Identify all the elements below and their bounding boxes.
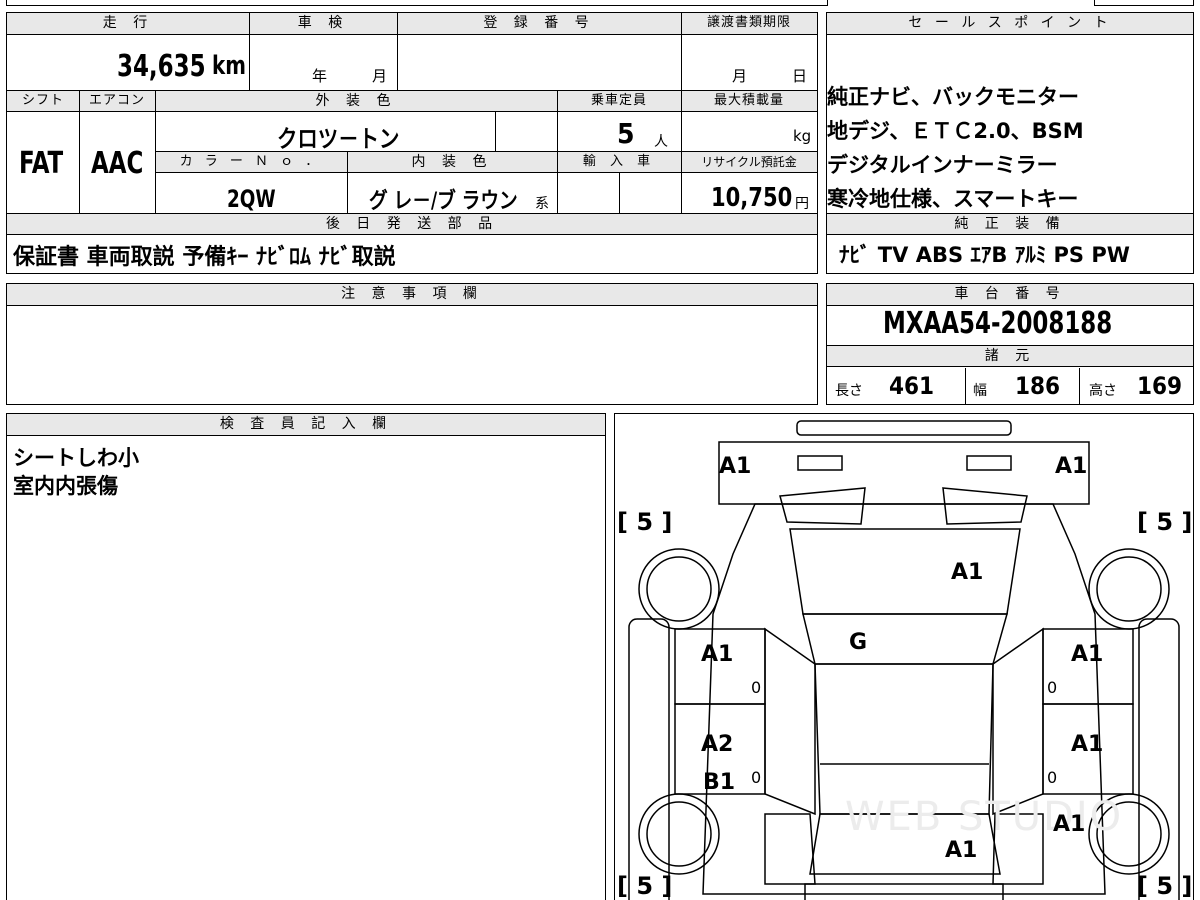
- length-label: 長さ: [835, 383, 863, 399]
- divider: [79, 90, 80, 213]
- inspection-header: 車 検: [249, 13, 397, 35]
- exterior-color-value: クロツ－トン: [277, 125, 400, 153]
- exterior-color-header: 外 装 色: [155, 90, 557, 112]
- shift-value: FAT: [19, 146, 64, 181]
- height-label: 高さ: [1089, 383, 1117, 399]
- tire-front-right-rating: [ 5 ]: [1137, 508, 1193, 536]
- genuine-equipment-header: 純 正 装 備: [827, 213, 1193, 235]
- genuine-equipment-items: ﾅﾋﾞ TV ABS ｴｱB ｱﾙﾐ PS PW: [839, 243, 1130, 267]
- mileage-value: 34,635: [117, 49, 206, 84]
- mileage-unit: km: [212, 51, 246, 81]
- divider: [965, 368, 966, 404]
- interior-color-header: 内 装 色: [347, 151, 557, 173]
- width-value: 186: [1015, 372, 1061, 400]
- transfer-deadline-header: 譲渡書類期限: [681, 13, 817, 35]
- import-header: 輸 入 車: [557, 151, 681, 173]
- divider: [495, 112, 496, 151]
- length-value: 461: [889, 372, 935, 400]
- hood-mark: A1: [951, 560, 984, 585]
- sales-point-line: デジタルインナーミラー: [827, 153, 1058, 177]
- recycle-value: 10,750: [711, 183, 793, 213]
- transfer-day-label: 日: [792, 67, 808, 85]
- door-mark: 0: [1047, 768, 1058, 787]
- specs-header: 諸 元: [827, 345, 1193, 367]
- inspector-box: 検 査 員 記 入 欄 シートしわ小 室内内張傷: [6, 413, 606, 900]
- capacity-header: 乗車定員: [557, 90, 681, 112]
- windshield-mark: G: [849, 630, 868, 655]
- max-load-header: 最大積載量: [681, 90, 817, 112]
- inspector-line: シートしわ小: [13, 446, 139, 470]
- top-strip-right: [1094, 0, 1194, 6]
- door-mark: 0: [751, 678, 762, 697]
- interior-color-suffix: 系: [535, 196, 549, 212]
- transfer-month-label: 月: [732, 67, 748, 85]
- sales-point-header: セ ー ル ス ポ イ ン ト: [827, 13, 1193, 35]
- shift-header: シフト: [7, 90, 79, 112]
- front-right-corner-mark: A1: [1055, 454, 1088, 479]
- divider: [397, 13, 398, 90]
- roof-rear-mark: A1: [945, 838, 978, 863]
- rear-left-door-mark: A2: [701, 732, 734, 757]
- vehicle-info-table: 走 行 車 検 登 録 番 号 譲渡書類期限 34,635 km 年 月 月 日…: [6, 12, 818, 274]
- aircon-value: AAC: [91, 146, 144, 181]
- tire-value: 5: [636, 508, 654, 536]
- interior-color-value: グ レ－/ブ ラウン: [369, 189, 518, 214]
- sales-point-line: 純正ナビ、バックモニター: [827, 85, 1079, 109]
- door-mark: 0: [1047, 678, 1058, 697]
- tire-rear-left-rating: [ 5 ]: [617, 872, 673, 900]
- door-mark: 0: [751, 768, 762, 787]
- tire-value: 5: [1156, 872, 1174, 900]
- chassis-number: MXAA54-2008188: [883, 306, 1113, 341]
- chassis-box: 車 台 番 号 MXAA54-2008188 諸 元 長さ 461 幅 186 …: [826, 283, 1194, 405]
- sales-point-line: 地デジ、ＥＴＣ2.0、BSM: [827, 119, 1084, 143]
- max-load-unit: kg: [793, 127, 812, 145]
- divider: [347, 151, 348, 213]
- divider: [249, 13, 250, 90]
- color-no-value: 2QW: [227, 185, 276, 213]
- rear-right-quarter-mark: A1: [1053, 812, 1086, 837]
- inspection-year-label: 年: [312, 67, 328, 85]
- inspection-month-label: 月: [372, 67, 388, 85]
- tire-value: 5: [636, 872, 654, 900]
- aircon-header: エアコン: [79, 90, 155, 112]
- rear-left-door-mark: B1: [703, 770, 736, 795]
- inspector-header: 検 査 員 記 入 欄: [7, 414, 605, 436]
- inspector-line: 室内内張傷: [13, 474, 118, 498]
- capacity-value: 5: [617, 117, 635, 150]
- notes-header: 注 意 事 項 欄: [7, 284, 817, 306]
- recycle-unit: 円: [795, 196, 809, 212]
- width-label: 幅: [973, 383, 987, 399]
- car-diagram: WEB STUDIO A1 A1 A1 G A1 A1 A2 B1 A1 A1 …: [614, 413, 1194, 900]
- sales-point-line: 寒冷地仕様、スマートキー: [827, 187, 1079, 211]
- front-right-door-mark: A1: [1071, 642, 1104, 667]
- notes-box: 注 意 事 項 欄: [6, 283, 818, 405]
- tire-value: 5: [1156, 508, 1174, 536]
- capacity-unit: 人: [654, 134, 668, 150]
- tire-front-left-rating: [ 5 ]: [617, 508, 673, 536]
- height-value: 169: [1137, 372, 1183, 400]
- registration-header: 登 録 番 号: [397, 13, 681, 35]
- divider: [155, 90, 156, 213]
- sales-point-box: セ ー ル ス ポ イ ン ト 純正ナビ、バックモニター 地デジ、ＥＴＣ2.0、…: [826, 12, 1194, 274]
- top-strip: [6, 0, 828, 6]
- recycle-header: リサイクル預託金: [681, 151, 817, 173]
- chassis-header: 車 台 番 号: [827, 284, 1193, 306]
- divider: [681, 13, 682, 213]
- tire-rear-right-rating: [ 5 ]: [1137, 872, 1193, 900]
- rear-right-door-mark: A1: [1071, 732, 1104, 757]
- divider: [1079, 368, 1080, 404]
- mileage-header: 走 行: [7, 13, 249, 35]
- front-left-corner-mark: A1: [719, 454, 752, 479]
- color-no-header: カ ラ ー Ｎ ｏ ．: [155, 151, 347, 173]
- later-shipping-header: 後 日 発 送 部 品: [7, 213, 817, 235]
- divider: [619, 173, 620, 213]
- later-shipping-items: 保証書 車両取説 予備ｷｰ ﾅﾋﾞﾛﾑ ﾅﾋﾞ取説: [13, 245, 396, 270]
- divider: [557, 90, 558, 213]
- front-left-door-mark: A1: [701, 642, 734, 667]
